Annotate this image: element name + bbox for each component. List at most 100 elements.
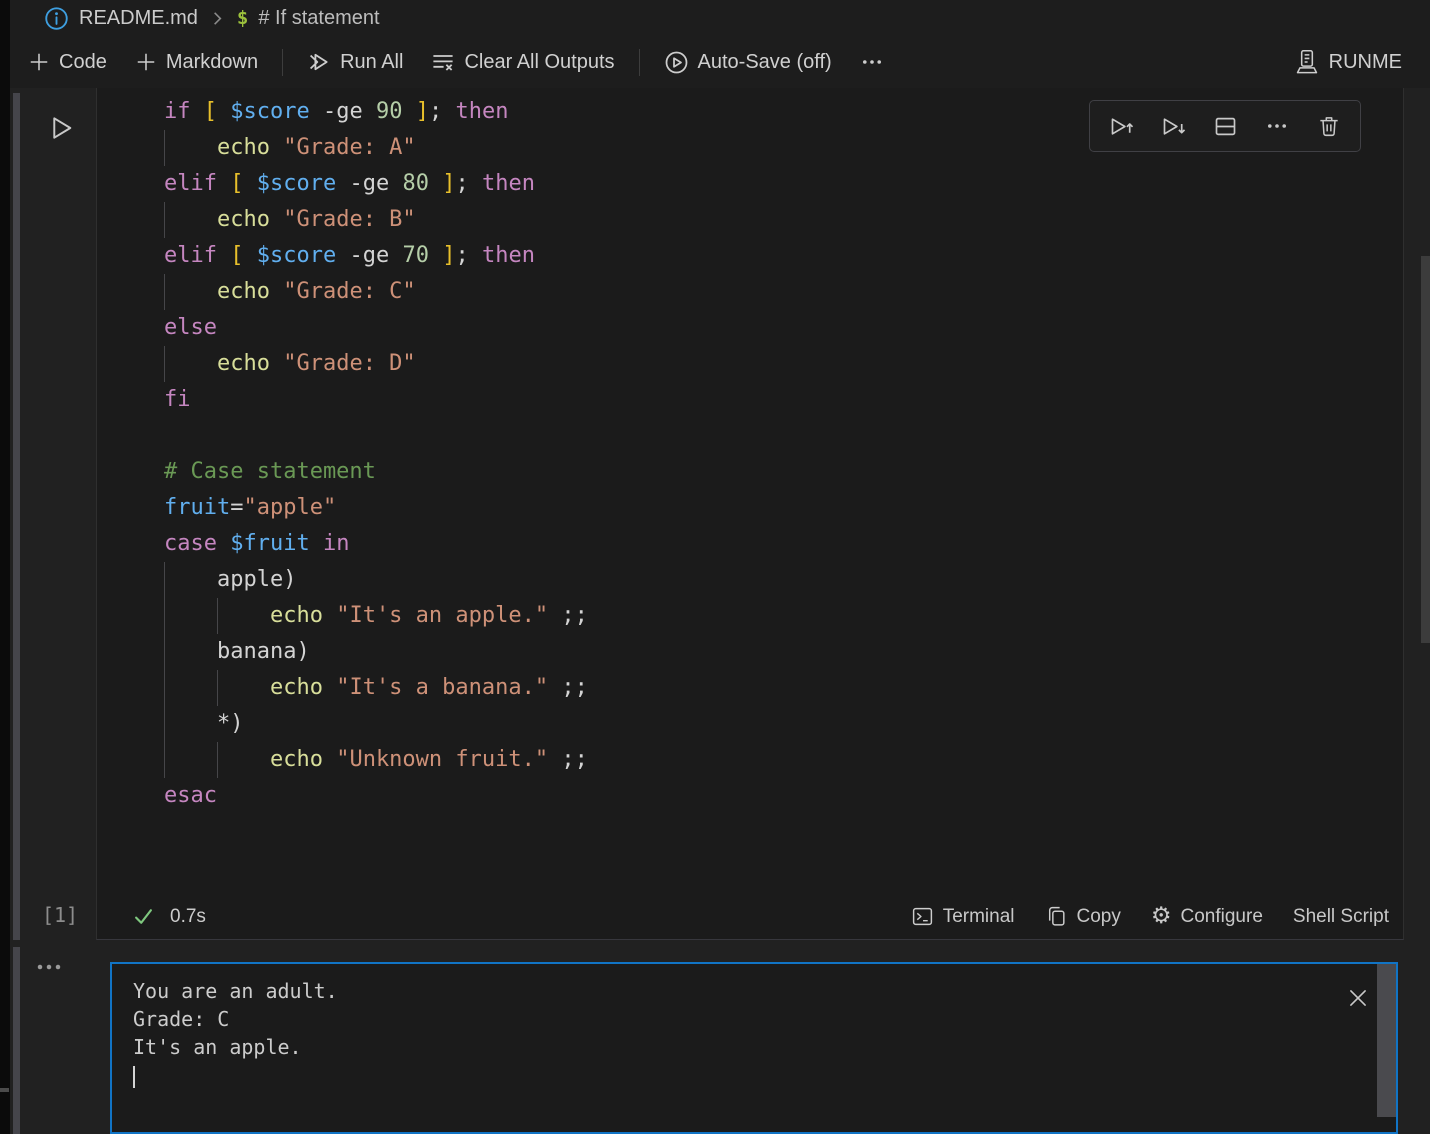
split-cell-button[interactable] bbox=[1210, 111, 1240, 141]
execution-duration: 0.7s bbox=[170, 906, 206, 928]
output-line: You are an adult. bbox=[133, 977, 338, 1005]
terminal-cursor bbox=[133, 1066, 135, 1088]
add-markdown-cell-button[interactable]: Markdown bbox=[121, 44, 272, 80]
run-all-button[interactable]: Run All bbox=[293, 44, 417, 80]
breadcrumb-cell-title[interactable]: # If statement bbox=[258, 7, 379, 30]
toolbar-divider bbox=[639, 49, 640, 76]
plus-icon bbox=[28, 51, 50, 73]
runme-logo-icon bbox=[1294, 49, 1320, 75]
delete-cell-button[interactable] bbox=[1314, 111, 1344, 141]
code-line[interactable]: echo "Grade: C" bbox=[97, 274, 1389, 310]
autosave-label: Auto-Save (off) bbox=[698, 51, 832, 74]
cell-status-bar: 0.7s Terminal bbox=[97, 894, 1403, 939]
terminal-button[interactable]: Terminal bbox=[911, 905, 1015, 928]
configure-label: Configure bbox=[1181, 906, 1263, 928]
indent-guide bbox=[217, 598, 218, 634]
code-line[interactable]: echo "Grade: B" bbox=[97, 202, 1389, 238]
indent-guide bbox=[217, 742, 218, 778]
terminal-icon bbox=[911, 905, 934, 928]
indent-guide bbox=[164, 598, 165, 634]
success-check-icon bbox=[131, 904, 156, 929]
play-circle-icon bbox=[664, 50, 689, 75]
cell-toolbar bbox=[1089, 100, 1361, 152]
code-line[interactable]: # Case statement bbox=[97, 454, 1389, 490]
clear-all-outputs-button[interactable]: Clear All Outputs bbox=[417, 44, 628, 80]
configure-button[interactable]: ⚙ Configure bbox=[1151, 905, 1263, 928]
code-line[interactable]: banana) bbox=[97, 634, 1389, 670]
code-line[interactable]: fruit="apple" bbox=[97, 490, 1389, 526]
indent-guide bbox=[164, 202, 165, 238]
left-rail bbox=[0, 0, 10, 1134]
run-all-icon bbox=[307, 50, 331, 74]
code-lines: if [ $score -ge 90 ]; then echo "Grade: … bbox=[97, 94, 1389, 814]
code-line[interactable]: echo "Unknown fruit." ;; bbox=[97, 742, 1389, 778]
code-line[interactable]: echo "It's a banana." ;; bbox=[97, 670, 1389, 706]
output-menu-button[interactable] bbox=[34, 952, 66, 982]
cell-editor: if [ $score -ge 90 ]; then echo "Grade: … bbox=[96, 88, 1404, 940]
indent-guide bbox=[164, 562, 165, 598]
toolbar-more-actions-button[interactable] bbox=[846, 44, 898, 80]
run-all-label: Run All bbox=[340, 51, 403, 74]
code-line[interactable]: echo "Grade: D" bbox=[97, 346, 1389, 382]
plus-icon bbox=[135, 51, 157, 73]
chevron-right-icon bbox=[208, 9, 227, 28]
code-line[interactable]: else bbox=[97, 310, 1389, 346]
copy-button[interactable]: Copy bbox=[1045, 905, 1121, 928]
indent-guide bbox=[164, 706, 165, 742]
indent-guide bbox=[164, 274, 165, 310]
terminal-label: Terminal bbox=[943, 906, 1015, 928]
cell-focus-bar[interactable] bbox=[13, 93, 20, 940]
indent-guide bbox=[164, 346, 165, 382]
autosave-toggle-button[interactable]: Auto-Save (off) bbox=[650, 44, 846, 80]
copy-icon bbox=[1045, 905, 1068, 928]
breadcrumb: README.md $ # If statement bbox=[10, 0, 1430, 36]
indent-guide bbox=[164, 130, 165, 166]
toolbar-divider bbox=[282, 49, 283, 76]
more-actions-icon[interactable] bbox=[1262, 111, 1292, 141]
output-line: It's an apple. bbox=[133, 1033, 338, 1061]
cell-output-terminal[interactable]: You are an adult.Grade: CIt's an apple. bbox=[110, 962, 1398, 1134]
code-line[interactable]: *) bbox=[97, 706, 1389, 742]
runme-extension-button[interactable]: RUNME bbox=[1280, 44, 1416, 80]
output-line: Grade: C bbox=[133, 1005, 338, 1033]
notebook-window: README.md $ # If statement Code Markdown bbox=[0, 0, 1430, 1134]
language-label: Shell Script bbox=[1293, 906, 1389, 928]
code-line[interactable]: echo "It's an apple." ;; bbox=[97, 598, 1389, 634]
copy-label: Copy bbox=[1077, 906, 1121, 928]
code-line[interactable]: elif [ $score -ge 70 ]; then bbox=[97, 238, 1389, 274]
execute-below-button[interactable] bbox=[1158, 111, 1188, 141]
cell-focus-bar[interactable] bbox=[13, 947, 20, 1134]
code-line[interactable]: apple) bbox=[97, 562, 1389, 598]
execute-above-button[interactable] bbox=[1106, 111, 1136, 141]
code-line[interactable] bbox=[97, 418, 1389, 454]
indent-guide bbox=[217, 670, 218, 706]
breadcrumb-file[interactable]: README.md bbox=[79, 7, 198, 30]
notebook-toolbar: Code Markdown Run All bbox=[10, 36, 1430, 88]
clear-all-icon bbox=[431, 50, 455, 74]
execution-count: [1] bbox=[38, 903, 82, 927]
output-cursor-line bbox=[133, 1061, 338, 1089]
runme-label: RUNME bbox=[1329, 51, 1402, 74]
code-line[interactable]: fi bbox=[97, 382, 1389, 418]
indent-guide bbox=[164, 634, 165, 670]
add-code-label: Code bbox=[59, 51, 107, 74]
info-icon[interactable] bbox=[44, 6, 69, 31]
indent-guide bbox=[164, 670, 165, 706]
notebook-scrollbar[interactable] bbox=[1421, 256, 1430, 643]
code-line[interactable]: esac bbox=[97, 778, 1389, 814]
breadcrumb-cell-kind: $ bbox=[237, 7, 248, 29]
close-output-icon[interactable] bbox=[1346, 986, 1370, 1010]
add-code-cell-button[interactable]: Code bbox=[14, 44, 121, 80]
output-scrollbar[interactable] bbox=[1377, 964, 1396, 1117]
output-lines: You are an adult.Grade: CIt's an apple. bbox=[133, 977, 338, 1089]
run-cell-button[interactable] bbox=[44, 112, 76, 144]
add-markdown-label: Markdown bbox=[166, 51, 258, 74]
indent-guide bbox=[164, 742, 165, 778]
code-line[interactable]: case $fruit in bbox=[97, 526, 1389, 562]
language-picker[interactable]: Shell Script bbox=[1293, 906, 1389, 928]
gear-icon: ⚙ bbox=[1151, 905, 1172, 928]
clear-all-outputs-label: Clear All Outputs bbox=[464, 51, 614, 74]
left-rail-divider bbox=[0, 1088, 9, 1092]
ellipsis-icon bbox=[860, 50, 884, 74]
code-line[interactable]: elif [ $score -ge 80 ]; then bbox=[97, 166, 1389, 202]
